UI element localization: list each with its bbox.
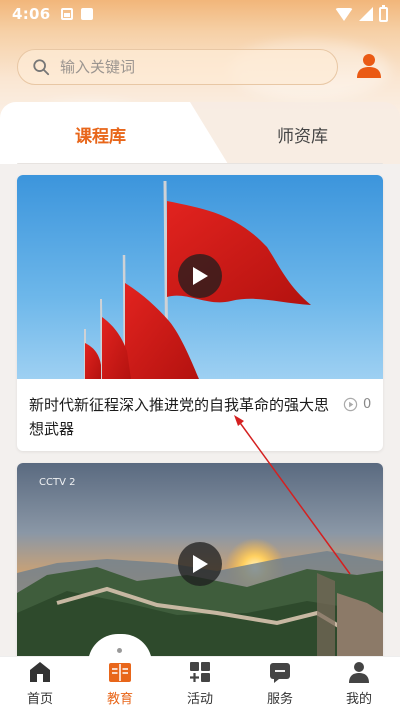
course-card[interactable]: CCTV 2 — [17, 463, 383, 663]
play-button[interactable] — [178, 254, 222, 298]
status-time: 4:06 — [12, 5, 51, 23]
nav-home-label: 首页 — [26, 692, 53, 707]
person-icon — [349, 662, 369, 683]
play-icon — [193, 555, 208, 573]
nav-mine[interactable]: 我的 — [329, 660, 389, 707]
play-count-icon — [343, 397, 358, 412]
grid-plus-icon — [190, 662, 210, 682]
nav-home[interactable]: 首页 — [10, 660, 70, 707]
course-title[interactable]: 新时代新征程深入推进党的自我革命的强大思想武器 — [29, 393, 329, 441]
nav-activity[interactable]: 活动 — [170, 660, 230, 707]
signal-icon — [359, 7, 373, 21]
tab-course-library-label[interactable]: 课程库 — [75, 122, 126, 147]
nav-service-label: 服务 — [266, 692, 293, 707]
nav-active-dot — [117, 648, 122, 653]
app-notification-icon — [80, 8, 93, 20]
course-card[interactable]: 新时代新征程深入推进党的自我革命的强大思想武器 0 — [17, 175, 383, 451]
tab-bar: 课程库 师资库 — [0, 102, 400, 165]
search-icon — [33, 59, 50, 76]
tab-teacher-library-label[interactable]: 师资库 — [277, 122, 328, 147]
book-icon — [109, 663, 131, 682]
home-icon — [30, 662, 50, 682]
nav-education[interactable]: 教育 — [90, 660, 150, 707]
view-count: 0 — [343, 397, 371, 412]
message-icon — [270, 663, 290, 683]
battery-icon — [379, 4, 388, 22]
nav-mine-label: 我的 — [345, 692, 372, 707]
nav-activity-label: 活动 — [186, 692, 213, 707]
image-icon — [60, 8, 73, 20]
view-count-value: 0 — [363, 397, 372, 412]
wifi-icon — [335, 7, 353, 21]
search-bar[interactable] — [17, 49, 338, 85]
search-input[interactable] — [60, 58, 300, 76]
profile-icon[interactable] — [355, 52, 383, 80]
channel-logo: CCTV 2 — [39, 477, 76, 488]
nav-service[interactable]: 服务 — [250, 660, 310, 707]
status-bar: 4:06 — [0, 0, 400, 28]
nav-education-label: 教育 — [106, 692, 133, 707]
play-button[interactable] — [178, 542, 222, 586]
play-icon — [193, 267, 208, 285]
